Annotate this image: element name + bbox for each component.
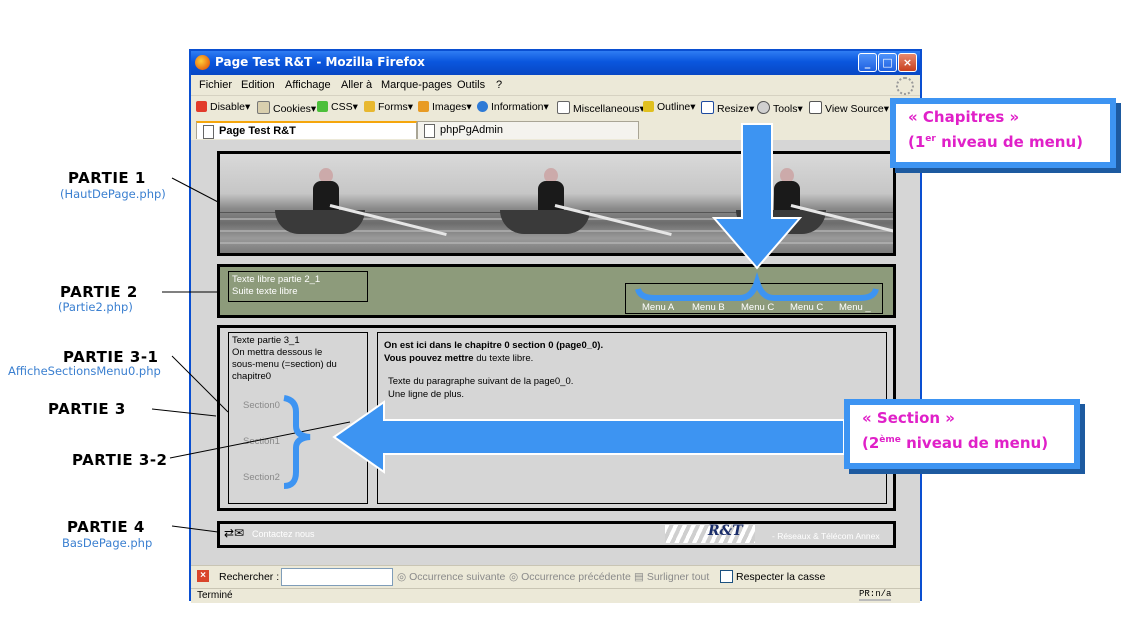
pointer-line <box>171 355 229 413</box>
section-subtitle: (2ème niveau de menu) <box>862 434 1049 452</box>
label-partie1-file: (HautDePage.php) <box>60 187 166 201</box>
label-partie2-file: (Partie2.php) <box>58 300 133 314</box>
chapter-brace <box>635 271 879 301</box>
chapter-arrow <box>711 123 803 270</box>
chapitres-callout: « Chapitres » (1er niveau de menu) <box>890 98 1116 168</box>
label-partie3: PARTIE 3 <box>48 400 126 418</box>
label-partie3-2: PARTIE 3-2 <box>72 451 168 469</box>
pointer-line <box>171 177 219 203</box>
label-partie4-file: BasDePage.php <box>62 536 153 550</box>
pointer-line <box>171 525 219 533</box>
chapitres-subtitle: (1er niveau de menu) <box>908 133 1084 151</box>
label-partie3-1-file: AfficheSectionsMenu0.php <box>8 364 161 378</box>
pointer-line <box>169 421 351 459</box>
annotation-lines <box>151 123 879 533</box>
label-partie4: PARTIE 4 <box>67 518 145 536</box>
chapitres-title: « Chapitres » <box>908 108 1020 126</box>
section-title: « Section » <box>862 409 955 427</box>
section-arrow <box>332 400 845 474</box>
pointer-line <box>151 408 217 417</box>
section-brace <box>283 395 311 489</box>
section-callout: « Section » (2ème niveau de menu) <box>844 399 1080 469</box>
label-partie2: PARTIE 2 <box>60 283 138 301</box>
label-partie1: PARTIE 1 <box>68 169 146 187</box>
